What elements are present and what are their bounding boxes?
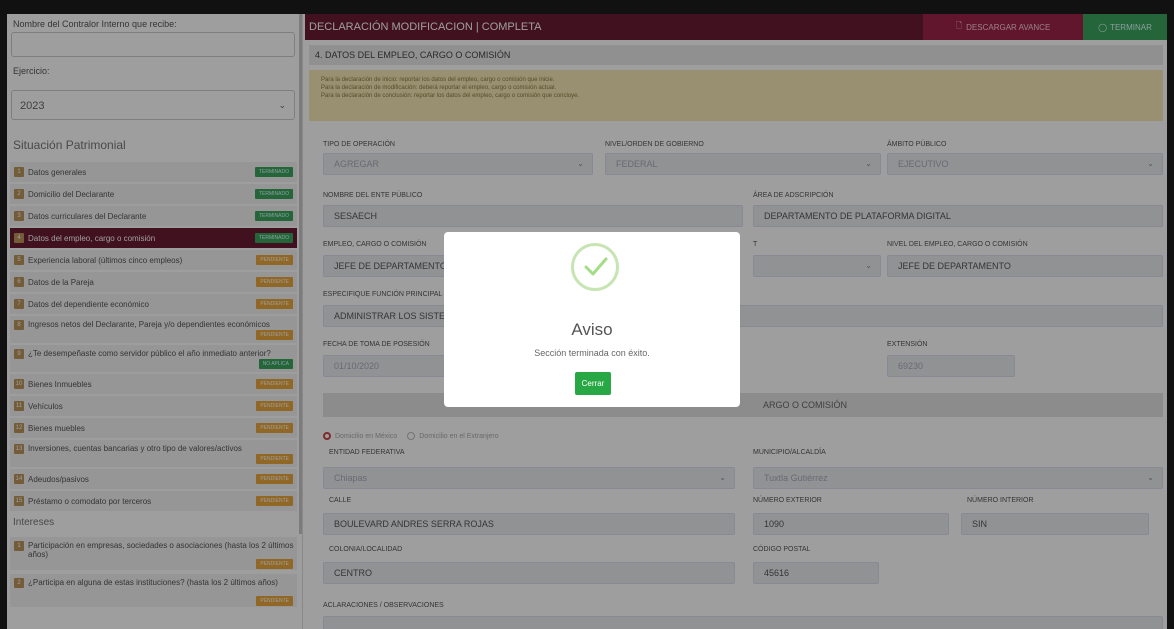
close-button[interactable]: Cerrar <box>575 372 611 395</box>
app-window: Nombre del Contralor Interno que recibe:… <box>7 14 1167 629</box>
screen-frame: Nombre del Contralor Interno que recibe:… <box>0 0 1174 629</box>
alert-modal: Aviso Sección terminada con éxito. Cerra… <box>444 232 740 407</box>
modal-message: Sección terminada con éxito. <box>534 348 650 358</box>
modal-title: Aviso <box>571 320 613 339</box>
success-check-icon <box>571 243 619 291</box>
